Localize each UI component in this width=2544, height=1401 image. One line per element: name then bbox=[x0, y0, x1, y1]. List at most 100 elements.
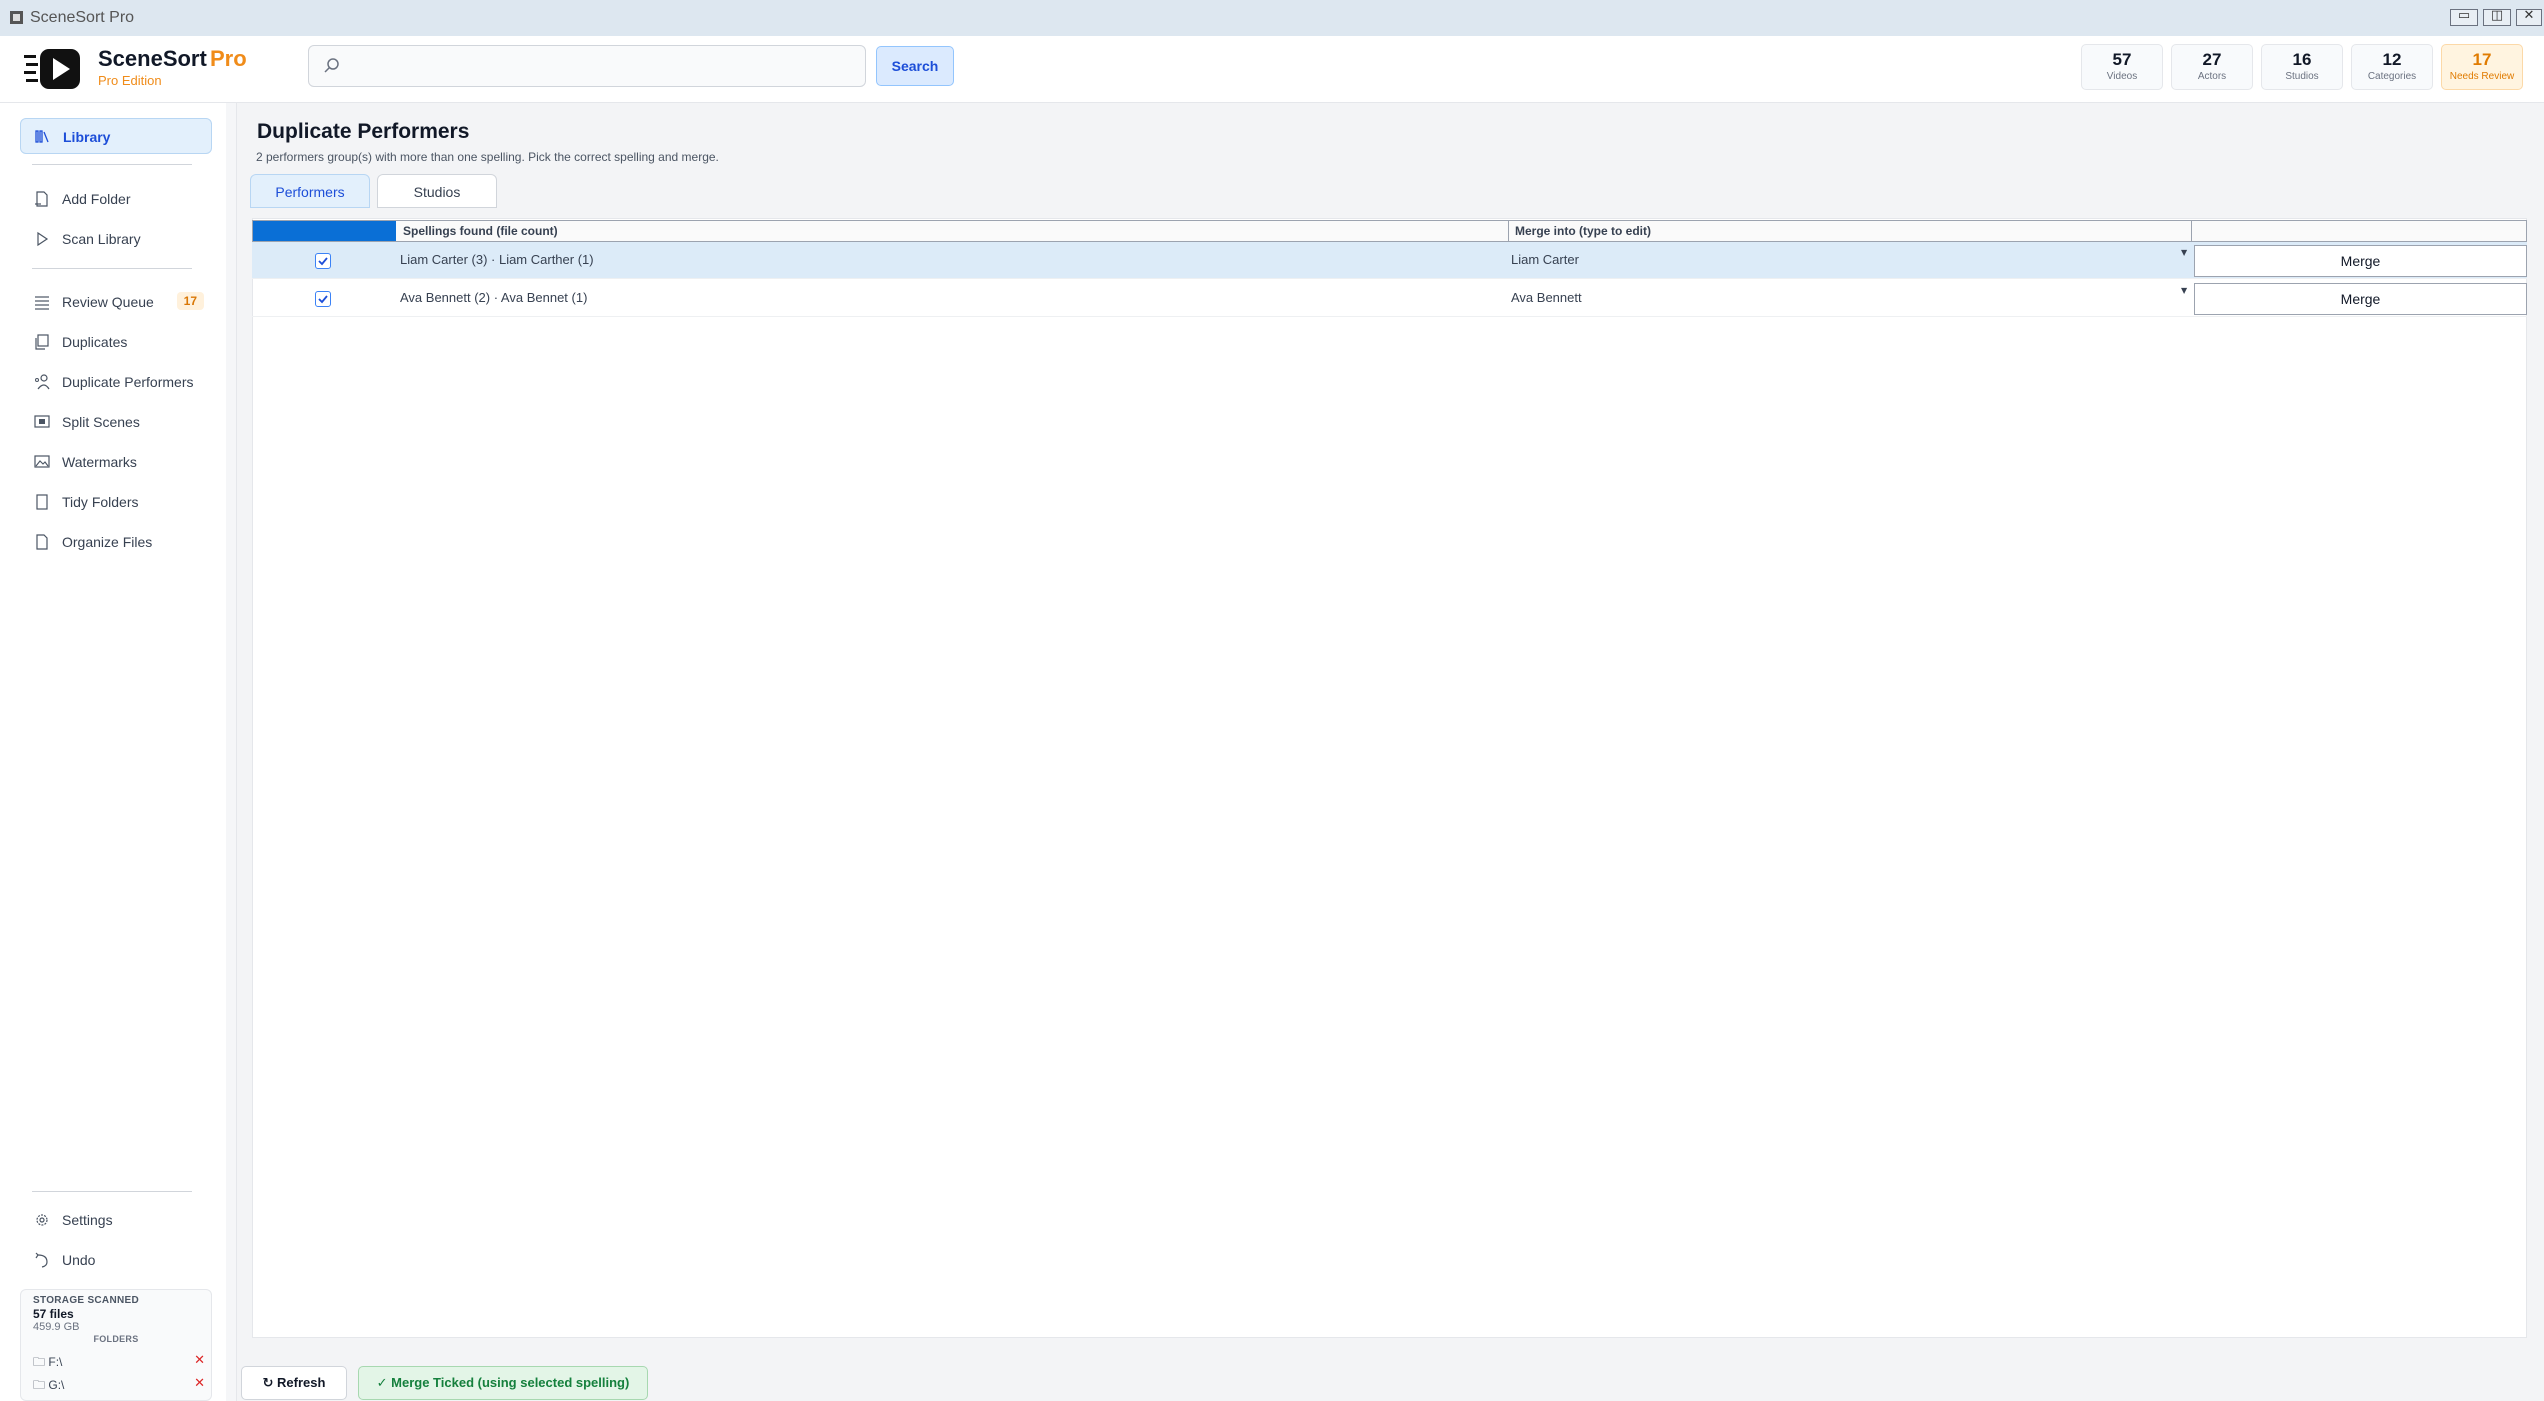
gear-icon bbox=[36, 1214, 48, 1226]
sidebar-splitter[interactable] bbox=[226, 103, 237, 1401]
title-bar: SceneSort Pro ▭ ◫ ✕ bbox=[0, 0, 2544, 37]
stat-label: Actors bbox=[2197, 71, 2227, 82]
folder-item: 🗀 F:\ bbox=[33, 1353, 62, 1374]
add-folder-icon bbox=[35, 191, 48, 207]
column-divider[interactable] bbox=[2191, 221, 2192, 241]
app-icon bbox=[10, 11, 23, 24]
select-column-header[interactable] bbox=[253, 221, 396, 241]
stat-categories[interactable]: 12 Categories bbox=[2351, 44, 2433, 90]
storage-title: STORAGE SCANNED bbox=[33, 1295, 139, 1306]
page-subtitle: 2 performers group(s) with more than one… bbox=[256, 150, 719, 164]
sidebar-item-label: Duplicates bbox=[62, 334, 128, 350]
file-icon bbox=[36, 534, 48, 550]
brand-name: SceneSort bbox=[98, 46, 207, 71]
copy-icon bbox=[35, 334, 49, 350]
sidebar-item-undo[interactable]: Undo bbox=[20, 1242, 212, 1278]
close-window-button[interactable]: ✕ bbox=[2516, 8, 2542, 26]
merge-ticked-button[interactable]: ✓ Merge Ticked (using selected spelling) bbox=[358, 1366, 648, 1400]
sidebar-item-watermarks[interactable]: Watermarks bbox=[20, 444, 212, 480]
folder-path: F:\ bbox=[48, 1355, 63, 1369]
column-divider[interactable] bbox=[1508, 221, 1509, 241]
sidebar-item-settings[interactable]: Settings bbox=[20, 1202, 212, 1238]
stat-value: 57 bbox=[2112, 50, 2132, 69]
sidebar-item-organize-files[interactable]: Organize Files bbox=[20, 524, 212, 560]
stat-actors[interactable]: 27 Actors bbox=[2171, 44, 2253, 90]
logo-icon bbox=[24, 49, 80, 89]
sidebar-divider bbox=[32, 1191, 192, 1192]
image-icon bbox=[34, 455, 50, 468]
people-icon bbox=[35, 374, 50, 390]
chevron-down-icon[interactable]: ▼ bbox=[2181, 286, 2187, 295]
edition-label: Pro Edition bbox=[98, 73, 162, 88]
sidebar-item-duplicate-performers[interactable]: Duplicate Performers bbox=[20, 364, 212, 400]
sidebar-divider bbox=[32, 268, 192, 269]
brand-pro: Pro bbox=[210, 46, 247, 71]
undo-icon bbox=[35, 1252, 48, 1268]
sidebar-item-library[interactable]: Library bbox=[20, 118, 212, 154]
merge-into-input[interactable]: Ava Bennett bbox=[1511, 290, 1582, 305]
sidebar-item-split-scenes[interactable]: Split Scenes bbox=[20, 404, 212, 440]
remove-folder-button[interactable]: ✕ bbox=[194, 1352, 205, 1368]
remove-folder-button[interactable]: ✕ bbox=[194, 1375, 205, 1391]
stat-needs-review[interactable]: 17 Needs Review bbox=[2441, 44, 2523, 90]
storage-file-count: 57 files bbox=[33, 1307, 74, 1321]
tab-performers[interactable]: Performers bbox=[250, 174, 370, 208]
sidebar-item-label: Undo bbox=[62, 1252, 96, 1268]
sidebar-item-add-folder[interactable]: Add Folder bbox=[20, 181, 212, 217]
sidebar-item-label: Library bbox=[63, 129, 111, 145]
stat-label: Categories bbox=[2367, 71, 2417, 82]
app-header: SceneSort Pro Pro Edition Search 57 Vide… bbox=[0, 36, 2544, 103]
table-row[interactable]: Ava Bennett (2) · Ava Bennet (1) Ava Ben… bbox=[252, 280, 2527, 317]
check-icon bbox=[318, 257, 328, 266]
folders-title: FOLDERS bbox=[93, 1334, 139, 1344]
sidebar-item-scan-library[interactable]: Scan Library bbox=[20, 221, 212, 257]
list-icon bbox=[35, 296, 49, 310]
row-checkbox[interactable] bbox=[315, 253, 331, 269]
merge-button[interactable]: Merge bbox=[2194, 283, 2527, 315]
merge-button[interactable]: Merge bbox=[2194, 245, 2527, 277]
stat-studios[interactable]: 16 Studios bbox=[2261, 44, 2343, 90]
search-button[interactable]: Search bbox=[876, 46, 954, 86]
maximize-button[interactable]: ◫ bbox=[2483, 8, 2511, 26]
stat-videos[interactable]: 57 Videos bbox=[2081, 44, 2163, 90]
storage-summary: STORAGE SCANNED 57 files 459.9 GB FOLDER… bbox=[20, 1289, 212, 1401]
review-count-badge: 17 bbox=[176, 292, 204, 310]
window-title: SceneSort Pro bbox=[30, 9, 135, 26]
minimize-button[interactable]: ▭ bbox=[2450, 8, 2478, 26]
stat-value: 27 bbox=[2202, 50, 2222, 69]
sidebar-item-label: Duplicate Performers bbox=[62, 374, 194, 390]
search-input[interactable] bbox=[353, 52, 857, 82]
row-checkbox[interactable] bbox=[315, 291, 331, 307]
folder-icon bbox=[36, 494, 48, 510]
search-box[interactable] bbox=[308, 45, 866, 87]
stat-label: Needs Review bbox=[2449, 71, 2515, 82]
sidebar-item-tidy-folders[interactable]: Tidy Folders bbox=[20, 484, 212, 520]
sidebar-divider bbox=[32, 164, 192, 165]
content-panel bbox=[252, 218, 2527, 1338]
sidebar-item-label: Tidy Folders bbox=[62, 494, 139, 510]
sidebar-item-label: Split Scenes bbox=[62, 414, 140, 430]
sidebar-item-duplicates[interactable]: Duplicates bbox=[20, 324, 212, 360]
column-header-merge-into[interactable]: Merge into (type to edit) bbox=[1515, 224, 1651, 238]
sidebar-item-label: Add Folder bbox=[62, 191, 131, 207]
sidebar-item-label: Scan Library bbox=[62, 231, 141, 247]
stat-label: Studios bbox=[2285, 71, 2319, 82]
stat-value: 17 bbox=[2472, 50, 2492, 69]
sidebar-item-label: Watermarks bbox=[62, 454, 137, 470]
sidebar-item-review-queue[interactable]: Review Queue 17 bbox=[20, 284, 212, 320]
folder-item: 🗀 G:\ bbox=[33, 1376, 64, 1397]
library-icon bbox=[35, 130, 49, 143]
merge-into-input[interactable]: Liam Carter bbox=[1511, 252, 1579, 267]
tab-studios[interactable]: Studios bbox=[377, 174, 497, 208]
table-row[interactable]: Liam Carter (3) · Liam Carther (1) Liam … bbox=[252, 242, 2527, 279]
column-header-spellings[interactable]: Spellings found (file count) bbox=[403, 224, 558, 238]
film-icon bbox=[34, 415, 50, 428]
page-title: Duplicate Performers bbox=[257, 120, 470, 143]
spellings-cell: Ava Bennett (2) · Ava Bennet (1) bbox=[400, 290, 588, 305]
chevron-down-icon[interactable]: ▼ bbox=[2181, 248, 2187, 257]
spellings-cell: Liam Carter (3) · Liam Carther (1) bbox=[400, 252, 594, 267]
check-icon bbox=[318, 295, 328, 304]
stat-value: 16 bbox=[2292, 50, 2312, 69]
sidebar-item-label: Organize Files bbox=[62, 534, 153, 550]
refresh-button[interactable]: ↻ Refresh bbox=[241, 1366, 347, 1400]
